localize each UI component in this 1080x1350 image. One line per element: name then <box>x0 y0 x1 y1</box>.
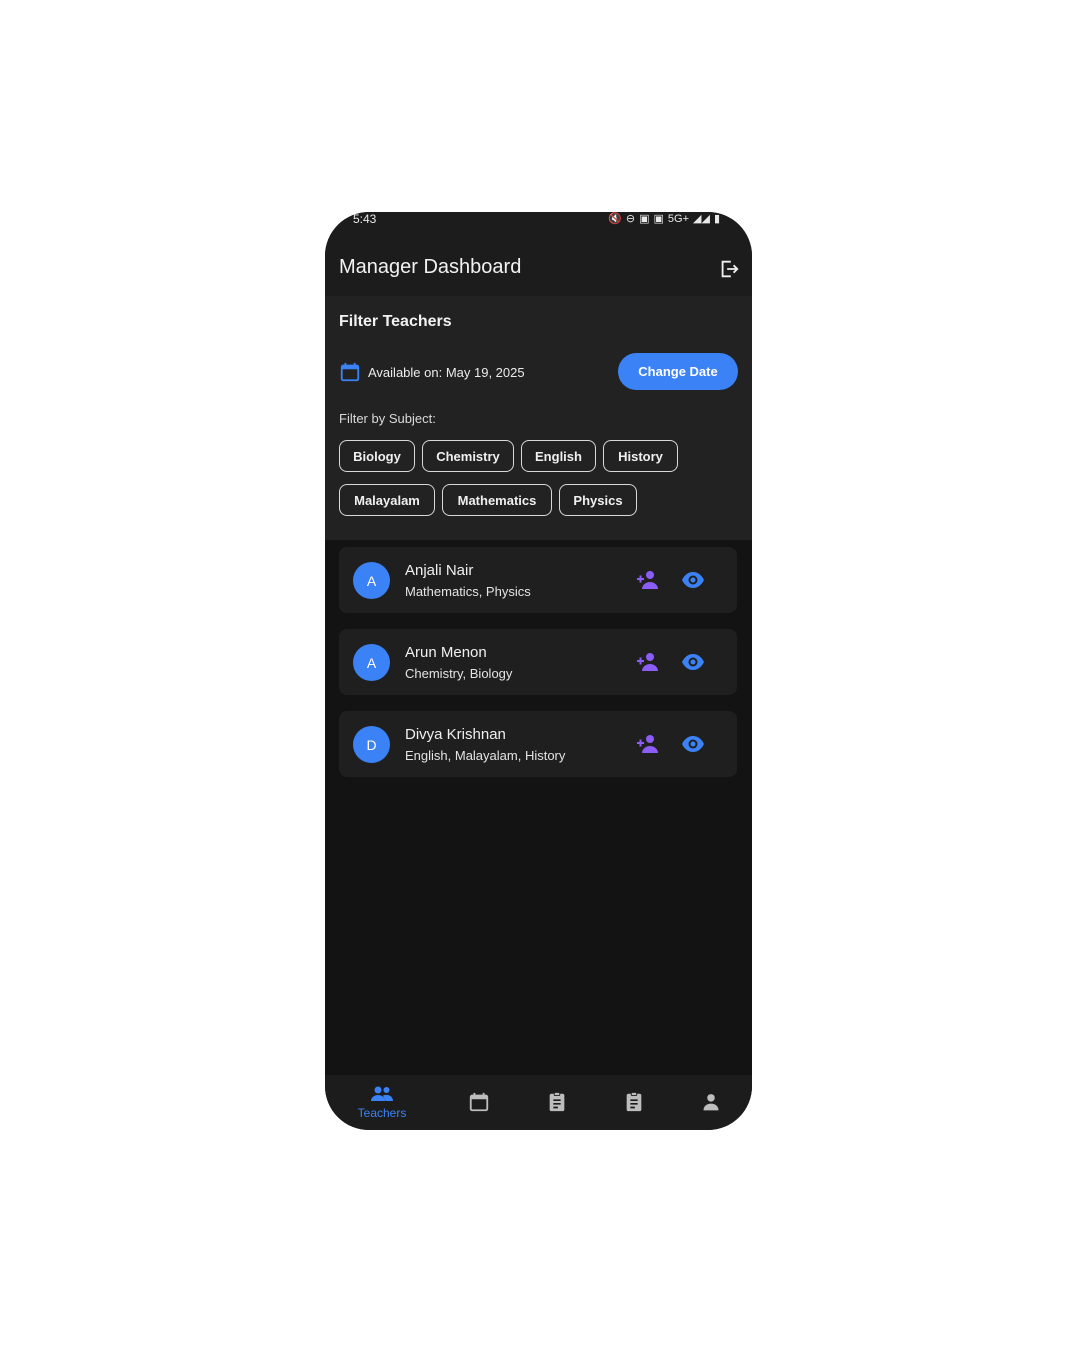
filter-panel: Filter Teachers Available on: May 19, 20… <box>325 296 752 540</box>
mute-icon: 🔇 <box>608 213 622 225</box>
avatar: A <box>353 644 390 681</box>
sim-icon: ▣ <box>639 213 650 225</box>
nav-teachers[interactable]: Teachers <box>352 1075 412 1130</box>
teacher-name: Arun Menon <box>405 644 487 661</box>
assign-teacher-icon[interactable] <box>636 651 660 673</box>
calendar-icon <box>469 1092 489 1112</box>
assign-teacher-icon[interactable] <box>636 733 660 755</box>
status-time: 5:43 <box>353 212 377 226</box>
nav-profile[interactable] <box>683 1075 743 1130</box>
view-icon[interactable] <box>681 734 705 754</box>
teacher-subjects: Mathematics, Physics <box>405 584 531 599</box>
chip-english[interactable]: English <box>521 440 596 472</box>
avatar: A <box>353 562 390 599</box>
teacher-card[interactable]: D Divya Krishnan English, Malayalam, His… <box>339 711 737 777</box>
logout-icon[interactable] <box>718 258 740 280</box>
bottom-nav: Teachers <box>325 1075 752 1130</box>
assign-teacher-icon[interactable] <box>636 569 660 591</box>
chip-biology[interactable]: Biology <box>339 440 415 472</box>
dnd-icon: ⊖ <box>625 213 636 225</box>
phone-screen: 5:43 🔇 ⊖ ▣ ▣ 5G+ ◢◢ ▮ Manager Dashboard … <box>325 212 752 1130</box>
people-icon <box>371 1086 393 1101</box>
nav-assignments[interactable] <box>528 1075 588 1130</box>
person-icon <box>703 1094 719 1111</box>
subject-filter-label: Filter by Subject: <box>339 411 436 426</box>
view-icon[interactable] <box>681 570 705 590</box>
status-bar: 5:43 🔇 ⊖ ▣ ▣ 5G+ ◢◢ ▮ <box>325 212 752 230</box>
clipboard-icon <box>626 1091 642 1112</box>
teacher-card[interactable]: A Arun Menon Chemistry, Biology <box>339 629 737 695</box>
teacher-subjects: English, Malayalam, History <box>405 748 566 763</box>
available-date: Available on: May 19, 2025 <box>368 365 525 380</box>
nav-calendar[interactable] <box>450 1075 510 1130</box>
teacher-name: Anjali Nair <box>405 562 474 579</box>
app-bar: Manager Dashboard <box>325 230 752 296</box>
avatar: D <box>353 726 390 763</box>
network-label: 5G+ <box>667 212 690 225</box>
nav-teachers-label: Teachers <box>357 1106 407 1120</box>
sim2-icon: ▣ <box>653 213 664 225</box>
filter-heading: Filter Teachers <box>339 313 452 330</box>
nav-reports[interactable] <box>605 1075 665 1130</box>
battery-icon: ▮ <box>713 213 720 225</box>
chip-history[interactable]: History <box>603 440 678 472</box>
chip-mathematics[interactable]: Mathematics <box>442 484 552 516</box>
page-title: Manager Dashboard <box>339 256 522 278</box>
view-icon[interactable] <box>681 652 705 672</box>
change-date-button[interactable]: Change Date <box>618 353 738 390</box>
calendar-icon <box>340 362 360 382</box>
chip-chemistry[interactable]: Chemistry <box>422 440 514 472</box>
signal-icon: ◢◢ <box>693 213 710 225</box>
teacher-subjects: Chemistry, Biology <box>405 666 513 681</box>
clipboard-icon <box>549 1091 565 1112</box>
teacher-name: Divya Krishnan <box>405 726 506 743</box>
chip-malayalam[interactable]: Malayalam <box>339 484 435 516</box>
status-icons: 🔇 ⊖ ▣ ▣ 5G+ ◢◢ ▮ <box>608 212 720 226</box>
chip-physics[interactable]: Physics <box>559 484 637 516</box>
teacher-card[interactable]: A Anjali Nair Mathematics, Physics <box>339 547 737 613</box>
